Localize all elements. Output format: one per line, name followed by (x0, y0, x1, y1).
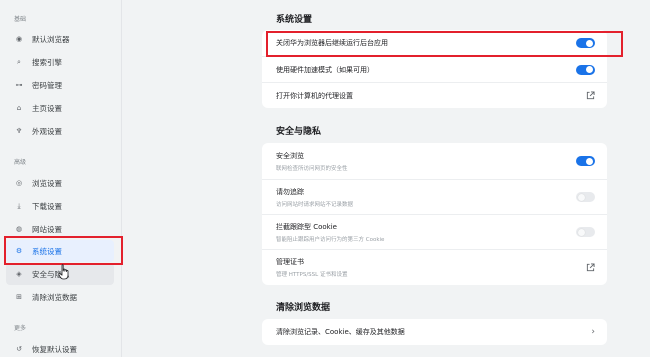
setting-description: 访问网站时请求网站不记录数据 (276, 201, 354, 208)
shield-icon: ◈ (16, 269, 22, 278)
setting-label: 打开你计算机的代理设置 (276, 91, 353, 100)
external-link-icon[interactable] (586, 263, 595, 272)
sidebar-item-search-engine[interactable]: ⌕ 搜索引擎 (6, 51, 114, 73)
highlight-box-sidebar (4, 236, 123, 265)
section-title-clear-data: 清除浏览数据 (276, 303, 331, 313)
sidebar-item-homepage[interactable]: ⌂ 主页设置 (6, 97, 114, 119)
setting-label: 管理证书 (276, 258, 304, 266)
sidebar-item-label: 主页设置 (32, 103, 62, 113)
sidebar-item-browsing[interactable]: ◎ 浏览设置 (6, 172, 114, 194)
download-icon: ⤓ (17, 201, 21, 210)
globe-icon: ◍ (15, 224, 23, 233)
toggle-block-cookies[interactable] (576, 227, 595, 237)
search-icon: ⌕ (17, 57, 21, 66)
sidebar-item-label: 清除浏览数据 (32, 292, 77, 302)
trash-icon: ⊞ (16, 292, 22, 301)
brush-icon: ♆ (15, 126, 23, 135)
external-link-icon[interactable] (586, 91, 595, 100)
sidebar-item-appearance[interactable]: ♆ 外观设置 (6, 120, 114, 142)
sidebar-item-reset[interactable]: ↺ 恢复默认设置 (6, 338, 114, 357)
setting-row-do-not-track: 请勿追踪 访问网站时请求网站不记录数据 (262, 179, 607, 214)
sidebar-item-downloads[interactable]: ⤓ 下载设置 (6, 195, 114, 217)
setting-row-certificates[interactable]: 管理证书 管理 HTTPS/SSL 证书和设置 (262, 249, 607, 285)
toggle-do-not-track[interactable] (576, 192, 595, 202)
sidebar-item-label: 浏览设置 (32, 178, 62, 188)
setting-row-block-cookies: 拦截跟踪型 Cookie 智能阻止跟踪用户访问行为的第三方 Cookie (262, 214, 607, 249)
hand-cursor-icon (58, 264, 69, 280)
settings-sidebar: 基础 ◉ 默认浏览器 ⌕ 搜索引擎 ⊶ 密码管理 ⌂ 主页设置 ♆ 外观设置 高… (0, 0, 122, 357)
clear-data-card: 清除浏览记录、Cookie、缓存及其他数据 › (262, 319, 607, 345)
setting-label: 拦截跟踪型 Cookie (276, 222, 337, 231)
setting-row-proxy[interactable]: 打开你计算机的代理设置 (262, 82, 607, 108)
setting-label: 使用硬件加速模式（如果可用） (276, 65, 374, 74)
setting-description: 联网检查所访问网页的安全性 (276, 165, 348, 172)
sidebar-item-label: 网站设置 (32, 224, 62, 234)
sidebar-item-label: 恢复默认设置 (32, 344, 77, 354)
setting-label: 安全浏览 (276, 151, 304, 160)
security-card: 安全浏览 联网检查所访问网页的安全性 请勿追踪 访问网站时请求网站不记录数据 拦… (262, 143, 607, 285)
setting-label: 请勿追踪 (276, 187, 304, 196)
setting-row-clear-data[interactable]: 清除浏览记录、Cookie、缓存及其他数据 › (262, 319, 607, 345)
setting-label: 清除浏览记录、Cookie、缓存及其他数据 (276, 328, 405, 336)
setting-description: 管理 HTTPS/SSL 证书和设置 (276, 272, 348, 278)
restore-icon: ↺ (16, 344, 22, 353)
toggle-safe-browsing[interactable] (576, 156, 595, 166)
setting-row-safe-browsing: 安全浏览 联网检查所访问网页的安全性 (262, 143, 607, 179)
sidebar-section-advanced: 高级 (14, 159, 27, 166)
sidebar-item-label: 外观设置 (32, 126, 62, 136)
sidebar-item-label: 搜索引擎 (32, 57, 62, 67)
home-icon: ⌂ (16, 103, 22, 112)
sidebar-item-label: 密码管理 (32, 80, 62, 90)
section-title-security: 安全与隐私 (276, 127, 322, 137)
sidebar-item-clear-data[interactable]: ⊞ 清除浏览数据 (6, 286, 114, 308)
highlight-box-main (266, 31, 623, 57)
setting-description: 智能阻止跟踪用户访问行为的第三方 Cookie (276, 236, 385, 243)
section-title-system: 系统设置 (276, 15, 313, 25)
sidebar-section-basic: 基础 (14, 16, 27, 23)
sidebar-item-label: 下载设置 (32, 201, 62, 211)
toggle-hardware-acceleration[interactable] (576, 64, 595, 75)
sidebar-item-default-browser[interactable]: ◉ 默认浏览器 (6, 28, 114, 50)
chrome-logo-icon: ◉ (15, 34, 23, 43)
sidebar-item-passwords[interactable]: ⊶ 密码管理 (6, 74, 114, 96)
eye-icon: ◎ (15, 178, 23, 187)
setting-row-hardware-acceleration: 使用硬件加速模式（如果可用） (262, 56, 607, 82)
sidebar-item-label: 默认浏览器 (32, 34, 70, 44)
sidebar-section-more: 更多 (14, 325, 27, 332)
chevron-right-icon[interactable]: › (591, 327, 595, 337)
key-icon: ⊶ (15, 80, 23, 89)
